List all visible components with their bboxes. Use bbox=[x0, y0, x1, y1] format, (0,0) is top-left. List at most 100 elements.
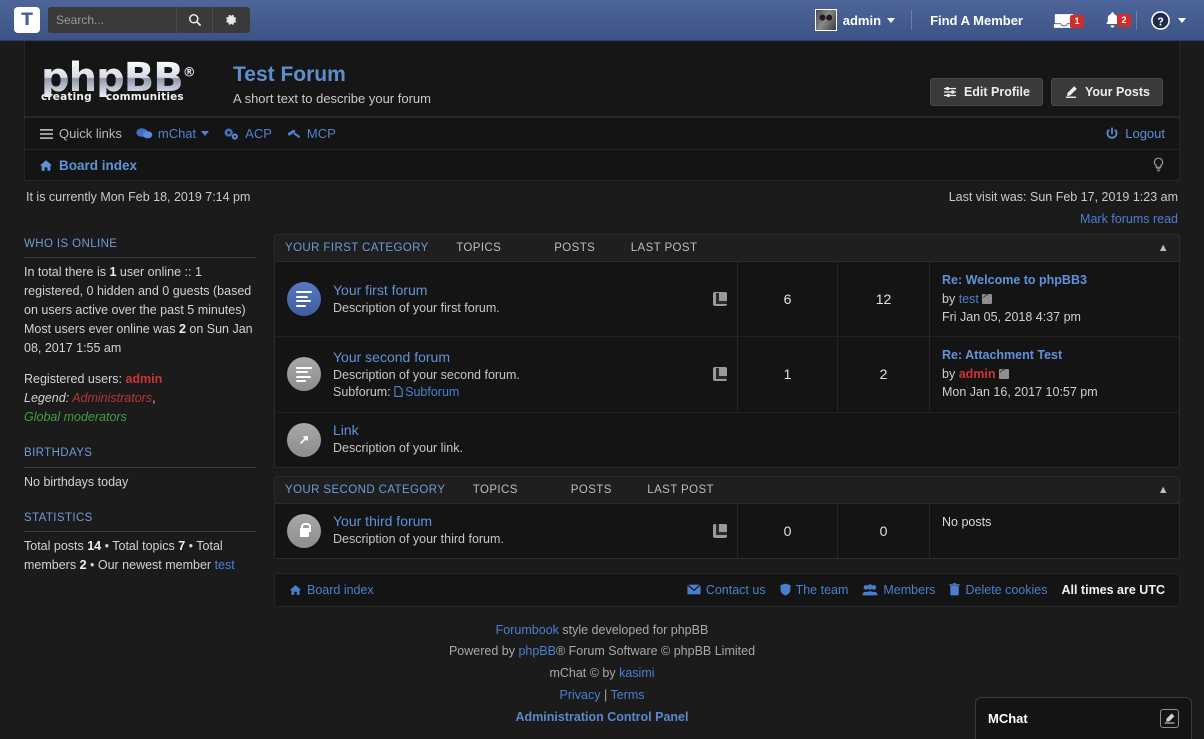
search-submit-button[interactable] bbox=[176, 7, 212, 33]
footer-board-index-link[interactable]: Board index bbox=[289, 583, 374, 597]
page-title[interactable]: Test Forum bbox=[233, 63, 431, 87]
forum-last-post-cell: Re: Welcome to phpBB3by test Fri Jan 05, … bbox=[929, 262, 1179, 337]
site-logo-icon[interactable]: T bbox=[14, 7, 40, 33]
category-header: Your second category Topics Posts Last post… bbox=[274, 475, 1180, 504]
collapse-category-icon[interactable]: ▲ bbox=[1158, 242, 1169, 254]
mchat-menu[interactable]: mChat bbox=[136, 126, 210, 141]
chevron-down-icon bbox=[887, 17, 896, 23]
the-team-label: The team bbox=[795, 582, 849, 597]
phpbb-logo[interactable]: phpBB® creating communities bbox=[41, 57, 211, 103]
chevron-down-icon bbox=[1178, 17, 1186, 23]
the-team-link[interactable]: The team bbox=[780, 582, 849, 597]
category-title[interactable]: Your first category bbox=[285, 242, 429, 254]
forumbook-link[interactable]: Forumbook bbox=[496, 623, 559, 637]
registered-mark: ® bbox=[182, 65, 195, 81]
stat-newest-member-link[interactable]: test bbox=[215, 558, 235, 572]
kasimi-link[interactable]: kasimi bbox=[619, 666, 654, 680]
mark-forums-read-row: Mark forums read bbox=[24, 206, 1180, 234]
delete-cookies-link[interactable]: Delete cookies bbox=[949, 583, 1047, 597]
forum-name-link[interactable]: Your first forum bbox=[333, 282, 500, 298]
rss-icon[interactable] bbox=[713, 523, 727, 538]
last-post-title-link[interactable]: Re: Welcome to phpBB3 bbox=[942, 272, 1087, 290]
forum-read-icon[interactable] bbox=[287, 357, 321, 392]
mcp-link[interactable]: MCP bbox=[286, 126, 336, 141]
forum-locked-icon[interactable] bbox=[287, 513, 321, 548]
column-header-posts: Posts bbox=[570, 483, 612, 496]
category-title[interactable]: Your second category bbox=[285, 484, 445, 496]
private-messages-button[interactable]: 1 bbox=[1039, 12, 1089, 29]
privacy-link[interactable]: Privacy bbox=[560, 688, 601, 702]
avatar bbox=[814, 9, 837, 31]
search-settings-button[interactable] bbox=[212, 7, 248, 33]
last-post-date: Fri Jan 05, 2018 4:37 pm bbox=[942, 309, 1081, 324]
forum-text-block: Your third forum Description of your thir… bbox=[333, 513, 504, 548]
mark-forums-read-link[interactable]: Mark forums read bbox=[1080, 212, 1178, 226]
forum-topics-count: 0 bbox=[737, 503, 837, 558]
acp-link[interactable]: ACP bbox=[223, 126, 272, 141]
goto-last-post-icon[interactable] bbox=[998, 366, 1009, 379]
breadcrumb-board-index[interactable]: Board index bbox=[39, 158, 137, 173]
goto-last-post-icon[interactable] bbox=[981, 291, 992, 304]
find-a-member-link[interactable]: Find A Member bbox=[914, 13, 1039, 28]
column-header-topics: Topics bbox=[472, 483, 518, 496]
collapse-category-icon[interactable]: ▲ bbox=[1158, 484, 1169, 496]
breadcrumb: Board index bbox=[24, 150, 1180, 181]
gavel-icon bbox=[287, 129, 300, 138]
trash-icon bbox=[949, 583, 961, 596]
your-posts-button[interactable]: Your Posts bbox=[1050, 78, 1163, 106]
forum-last-post-cell: Re: Attachment Testby adminMon Jan 16, 2… bbox=[929, 337, 1179, 412]
logout-label: Logout bbox=[1125, 126, 1165, 141]
mchat-compose-button[interactable] bbox=[1160, 709, 1179, 728]
forum-name-link[interactable]: Your second forum bbox=[333, 349, 520, 365]
online-peak-a: Most users ever online was bbox=[24, 322, 179, 337]
rss-icon[interactable] bbox=[713, 367, 727, 382]
members-link[interactable]: Members bbox=[862, 583, 935, 597]
forum-description: Description of your third forum. bbox=[333, 532, 504, 547]
lightbulb-icon bbox=[1153, 157, 1164, 172]
subforum-link[interactable]: Subforum bbox=[405, 385, 459, 399]
logout-link[interactable]: Logout bbox=[1105, 126, 1165, 141]
footer-board-index-label: Board index bbox=[307, 582, 374, 597]
mchat-floating-panel[interactable]: MChat bbox=[975, 697, 1192, 739]
user-menu-button[interactable]: admin bbox=[814, 9, 909, 31]
forum-link-icon[interactable]: ↗ bbox=[287, 422, 321, 457]
no-posts-text: No posts bbox=[942, 514, 992, 529]
edit-profile-button[interactable]: Edit Profile bbox=[929, 78, 1043, 106]
last-post-title-link[interactable]: Re: Attachment Test bbox=[942, 347, 1062, 365]
forum-unread-icon[interactable] bbox=[287, 282, 321, 317]
tips-bulb-icon[interactable] bbox=[1152, 157, 1165, 173]
registered-users-row: Registered users: admin bbox=[24, 370, 256, 389]
last-post-author-link[interactable]: admin bbox=[959, 367, 996, 381]
legend-global-moderators[interactable]: Global moderators bbox=[24, 410, 127, 424]
search-input[interactable] bbox=[48, 7, 176, 33]
stat-members-value: 2 bbox=[79, 558, 87, 573]
administration-control-panel-link[interactable]: Administration Control Panel bbox=[516, 710, 689, 724]
contact-us-link[interactable]: Contact us bbox=[686, 583, 766, 597]
forum-main-cell: Your second forum Description of your sec… bbox=[275, 337, 713, 411]
phpbb-link[interactable]: phpBB bbox=[518, 644, 556, 658]
page-wrapper: phpBB® creating communities Test Forum A… bbox=[0, 41, 1204, 726]
forum-topics-count: 1 bbox=[737, 337, 837, 412]
forum-name-link[interactable]: Link bbox=[333, 422, 463, 438]
last-post-author-link[interactable]: test bbox=[959, 292, 979, 306]
rss-icon[interactable] bbox=[713, 292, 727, 307]
forum-text-block: Your second forum Description of your sec… bbox=[333, 349, 520, 399]
forum-text-block: Link Description of your link. bbox=[333, 422, 463, 457]
statistics-block: Statistics Total posts 14 • Total topics… bbox=[24, 510, 256, 575]
quick-links-menu[interactable]: Quick links bbox=[39, 126, 122, 141]
category-body: Your first forum Description of your firs… bbox=[274, 262, 1180, 468]
legend-administrators[interactable]: Administrators bbox=[72, 391, 152, 405]
subforum-row: Subforum: Subforum bbox=[333, 385, 520, 399]
edit-profile-label: Edit Profile bbox=[963, 85, 1030, 99]
forum-main-cell: Your first forum Description of your firs… bbox=[275, 262, 713, 336]
credit-separator: | bbox=[600, 687, 611, 702]
credit-mchat-pre: mChat © by bbox=[549, 666, 620, 680]
forum-name-link[interactable]: Your third forum bbox=[333, 513, 504, 529]
online-line1-a: In total there is bbox=[24, 265, 110, 280]
forum-category: Your second category Topics Posts Last post… bbox=[274, 475, 1180, 559]
help-menu-button[interactable] bbox=[1136, 10, 1190, 30]
terms-link[interactable]: Terms bbox=[610, 688, 644, 702]
footer-links: Contact us The team Members Delete cooki… bbox=[686, 582, 1165, 597]
registered-user-admin[interactable]: admin bbox=[125, 372, 162, 386]
notifications-button[interactable]: 2 bbox=[1089, 11, 1136, 30]
